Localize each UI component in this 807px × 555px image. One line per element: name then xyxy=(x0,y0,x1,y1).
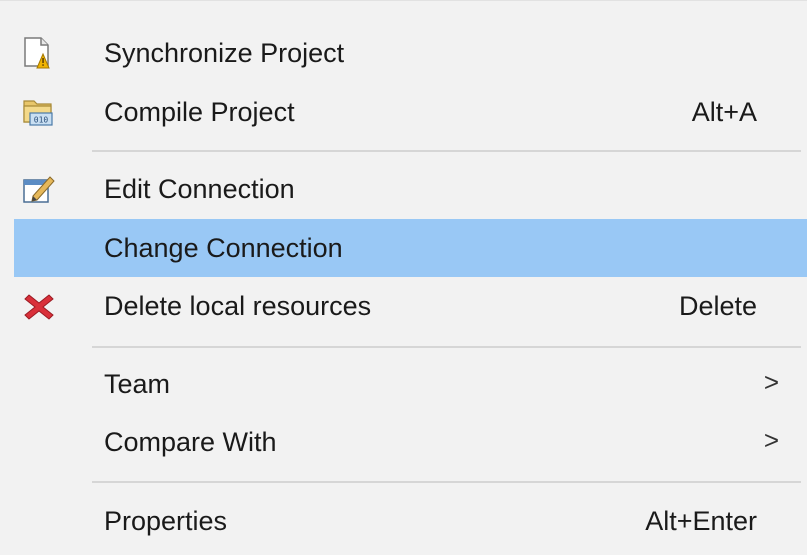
compile-project-icon: 010 xyxy=(21,95,57,129)
menu-separator xyxy=(92,346,801,348)
menu-item-edit-connection[interactable]: Edit Connection xyxy=(14,161,807,217)
menu-item-synchronize-project[interactable]: Synchronize Project xyxy=(14,25,807,81)
menu-item-shortcut: Delete xyxy=(678,291,757,321)
menu-item-label: Delete local resources xyxy=(104,291,372,321)
chevron-right-icon: > xyxy=(763,367,779,397)
context-menu: Synchronize Project 010 Compile Project … xyxy=(0,0,807,555)
menu-item-label: Properties xyxy=(104,506,228,536)
chevron-right-icon: > xyxy=(763,425,779,455)
svg-text:010: 010 xyxy=(34,116,49,125)
menu-item-compile-project[interactable]: 010 Compile Project Alt+A xyxy=(14,84,807,140)
menu-item-shortcut: Alt+Enter xyxy=(645,506,757,536)
menu-separator xyxy=(92,150,801,152)
menu-item-label: Team xyxy=(104,369,171,399)
menu-item-label: Change Connection xyxy=(104,233,343,263)
menu-item-properties[interactable]: Properties Alt+Enter xyxy=(14,493,807,549)
menu-item-team[interactable]: Team > xyxy=(14,356,807,412)
menu-item-delete-local-resources[interactable]: Delete local resources Delete xyxy=(14,278,807,334)
menu-separator xyxy=(92,481,801,483)
menu-item-label: Edit Connection xyxy=(104,174,295,204)
menu-item-change-connection[interactable]: Change Connection xyxy=(14,219,807,277)
delete-icon xyxy=(21,289,57,323)
menu-item-label: Synchronize Project xyxy=(104,38,345,68)
synchronize-project-icon xyxy=(21,36,57,70)
menu-item-compare-with[interactable]: Compare With > xyxy=(14,414,807,470)
menu-item-label: Compare With xyxy=(104,427,277,457)
menu-item-shortcut: Alt+A xyxy=(691,97,757,127)
menu-item-label: Compile Project xyxy=(104,97,295,127)
edit-connection-icon xyxy=(21,172,57,206)
